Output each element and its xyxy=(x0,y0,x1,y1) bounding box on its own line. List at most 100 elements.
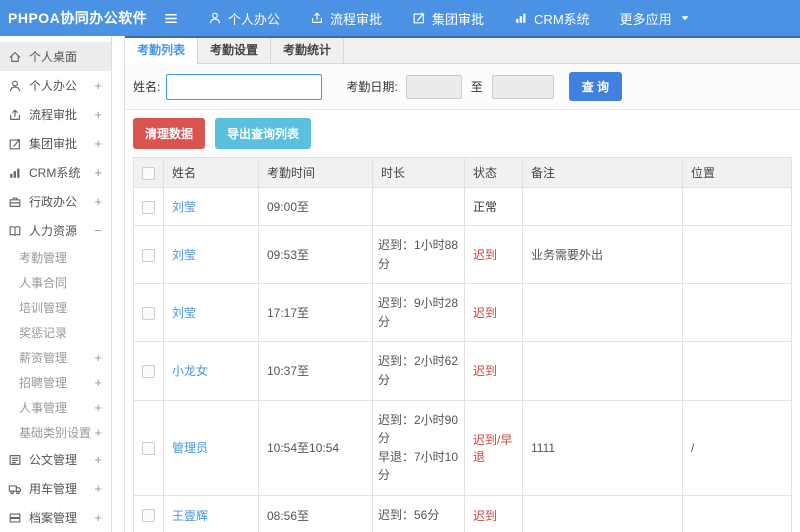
duration-line: 迟到：56分 xyxy=(378,507,440,522)
row-checkbox[interactable] xyxy=(142,509,155,523)
sidebar-item-personnel-management[interactable]: 人事管理 + xyxy=(0,395,111,420)
expand-toggle-icon[interactable]: + xyxy=(94,510,102,525)
menu-toggle-icon[interactable] xyxy=(162,11,180,26)
tab-strip: 考勤列表 考勤设置 考勤统计 xyxy=(125,36,800,64)
table-row: 刘莹 09:00至 正常 xyxy=(133,187,792,226)
expand-toggle-icon[interactable]: + xyxy=(94,107,102,122)
truck-icon xyxy=(8,482,22,496)
employee-name-link[interactable]: 管理员 xyxy=(172,441,208,455)
date-to-input[interactable] xyxy=(491,74,554,99)
sidebar-item-recruitment-management[interactable]: 招聘管理 + xyxy=(0,370,111,395)
sidebar-item-label: 用车管理 xyxy=(29,482,78,496)
status-badge: 迟到/早退 xyxy=(473,432,513,464)
briefcase-icon xyxy=(8,195,22,209)
home-icon xyxy=(8,50,22,64)
nav-item-crm-system[interactable]: CRM系统 xyxy=(514,9,590,28)
table-row: 小龙女 10:37至 迟到：2小时62分 迟到 xyxy=(133,341,792,401)
tab-attendance-list[interactable]: 考勤列表 xyxy=(125,38,199,64)
expand-toggle-icon[interactable]: + xyxy=(94,375,102,390)
employee-name-link[interactable]: 王壹辉 xyxy=(172,509,208,523)
duration-line: 迟到：2小时90分 xyxy=(378,412,459,446)
sidebar-item-workflow-approval[interactable]: 流程审批 + xyxy=(0,100,111,129)
app-root: PHPOA协同办公软件 个人办公 流程审批 集团审批 CRM系统 更多应用 个人桌面 个人… xyxy=(0,0,800,532)
tab-attendance-settings[interactable]: 考勤设置 xyxy=(198,38,272,63)
date-range-separator: 至 xyxy=(470,80,483,94)
employee-name-link[interactable]: 刘莹 xyxy=(172,306,196,320)
attendance-table-container: 姓名 考勤时间 时长 状态 备注 位置 刘莹 09:00至 正常 刘莹 09:53至 迟到：1小时8… xyxy=(125,157,800,532)
expand-toggle-icon[interactable]: + xyxy=(94,481,102,496)
nav-item-group-approval[interactable]: 集团审批 xyxy=(412,9,484,28)
row-checkbox[interactable] xyxy=(142,200,155,214)
employee-name-link[interactable]: 小龙女 xyxy=(172,364,208,378)
expand-toggle-icon[interactable]: + xyxy=(94,350,102,365)
sidebar-item-basic-category-settings[interactable]: 基础类别设置 + xyxy=(0,420,111,445)
clear-data-button[interactable]: 清理数据 xyxy=(133,118,206,149)
name-cell: 王壹辉 xyxy=(163,494,259,532)
sidebar-item-label: 招聘管理 xyxy=(19,376,68,390)
sidebar-item-attendance-management[interactable]: 考勤管理 xyxy=(0,245,111,270)
expand-toggle-icon[interactable]: + xyxy=(94,194,102,209)
time-cell: 17:17至 xyxy=(258,283,373,343)
sidebar-item-personal-desktop[interactable]: 个人桌面 xyxy=(0,42,111,71)
sidebar-item-label: 集团审批 xyxy=(29,137,78,151)
export-list-button[interactable]: 导出查询列表 xyxy=(215,118,312,149)
duration-cell: 迟到：9小时28分 xyxy=(372,283,465,343)
expand-toggle-icon[interactable]: + xyxy=(94,452,102,467)
status-badge: 正常 xyxy=(473,200,498,214)
employee-name-link[interactable]: 刘莹 xyxy=(172,200,196,214)
expand-toggle-icon[interactable]: + xyxy=(94,425,102,440)
nav-item-label: 更多应用 xyxy=(619,11,672,27)
sidebar-item-human-resources[interactable]: 人力资源 − xyxy=(0,216,111,245)
nav-item-more-apps[interactable]: 更多应用 xyxy=(620,9,692,28)
row-checkbox[interactable] xyxy=(142,441,155,455)
sidebar-item-document-management[interactable]: 公文管理 + xyxy=(0,445,111,474)
sidebar-item-reward-punishment[interactable]: 奖惩记录 xyxy=(0,320,111,345)
employee-name-link[interactable]: 刘莹 xyxy=(172,248,196,262)
nav-item-personal-office[interactable]: 个人办公 xyxy=(208,9,280,28)
expand-toggle-icon[interactable]: + xyxy=(94,165,102,180)
row-checkbox[interactable] xyxy=(142,365,155,379)
sidebar-item-salary-management[interactable]: 薪资管理 + xyxy=(0,345,111,370)
sidebar-item-archive-management[interactable]: 档案管理 + xyxy=(0,503,111,532)
name-cell: 刘莹 xyxy=(163,187,259,226)
expand-toggle-icon[interactable]: + xyxy=(94,400,102,415)
row-checkbox[interactable] xyxy=(142,306,155,320)
sidebar-item-training-management[interactable]: 培训管理 xyxy=(0,295,111,320)
sidebar-item-group-approval[interactable]: 集团审批 + xyxy=(0,129,111,158)
document-icon xyxy=(8,453,22,467)
location-cell: / xyxy=(682,399,792,496)
sidebar-item-crm-system[interactable]: CRM系统 + xyxy=(0,158,111,187)
tab-attendance-statistics[interactable]: 考勤统计 xyxy=(271,38,345,63)
expand-toggle-icon[interactable]: + xyxy=(94,136,102,151)
column-header: 备注 xyxy=(522,157,683,188)
status-cell: 迟到/早退 xyxy=(464,399,523,496)
search-button[interactable]: 查 询 xyxy=(568,72,623,101)
filter-bar: 姓名: 考勤日期: 至 查 询 xyxy=(125,64,800,110)
sidebar-item-vehicle-management[interactable]: 用车管理 + xyxy=(0,474,111,503)
workflow-icon xyxy=(8,108,22,122)
sidebar-item-personal-office[interactable]: 个人办公 + xyxy=(0,71,111,100)
name-cell: 刘莹 xyxy=(163,283,259,343)
app-logo[interactable]: PHPOA协同办公软件 xyxy=(0,8,162,28)
duration-cell: 迟到：56分 xyxy=(372,494,465,532)
page-layout: 个人桌面 个人办公 + 流程审批 + 集团审批 + CRM系统 + 行政办公 + 人力资源 − 考勤管理人… xyxy=(0,36,800,532)
expand-toggle-icon[interactable]: − xyxy=(94,223,102,238)
remark-cell xyxy=(522,494,683,532)
sidebar-item-admin-office[interactable]: 行政办公 + xyxy=(0,187,111,216)
date-from-input[interactable] xyxy=(405,74,462,99)
nav-item-label: 个人办公 xyxy=(228,11,281,27)
expand-toggle-icon[interactable]: + xyxy=(94,78,102,93)
duration-cell: 迟到：1小时88分 xyxy=(372,224,465,285)
row-checkbox[interactable] xyxy=(142,248,155,262)
sidebar-item-personnel-contract[interactable]: 人事合同 xyxy=(0,270,111,295)
edit-icon xyxy=(8,137,22,151)
book-icon xyxy=(8,224,22,238)
status-cell: 迟到 xyxy=(464,341,523,401)
attendance-table: 姓名 考勤时间 时长 状态 备注 位置 刘莹 09:00至 正常 刘莹 09:53至 迟到：1小时8… xyxy=(133,157,792,532)
select-all-checkbox[interactable] xyxy=(142,166,155,180)
nav-item-workflow-approval[interactable]: 流程审批 xyxy=(310,9,382,28)
sidebar-item-label: 个人办公 xyxy=(29,79,78,93)
name-input[interactable] xyxy=(166,73,323,100)
column-header: 考勤时间 xyxy=(258,157,373,188)
remark-cell: 业务需要外出 xyxy=(522,224,683,285)
